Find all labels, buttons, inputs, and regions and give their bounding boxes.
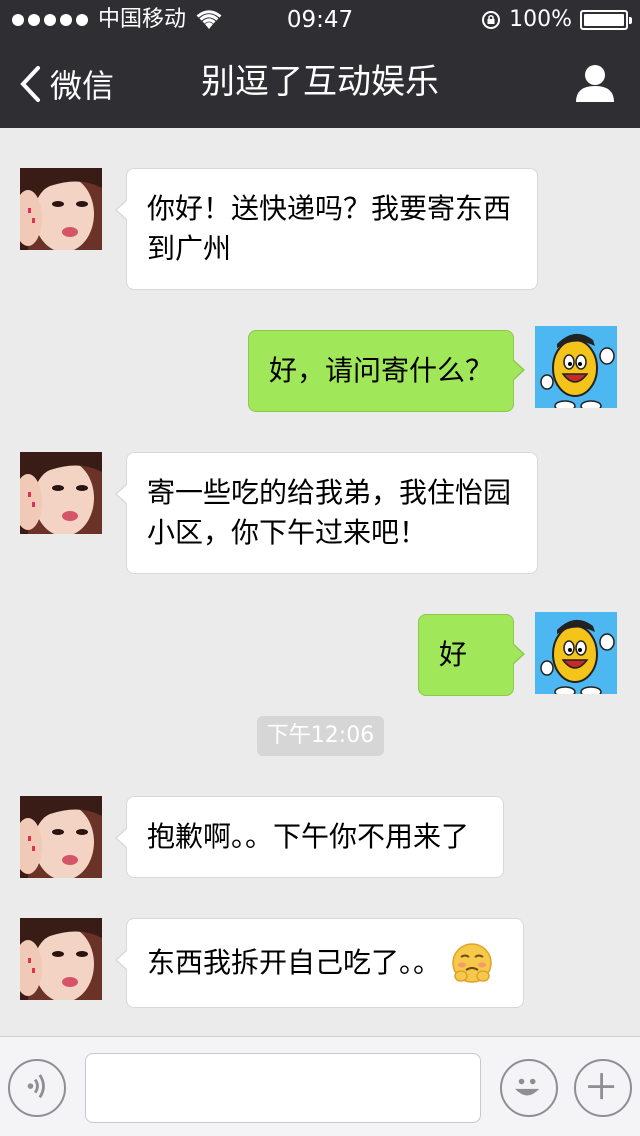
- message-text: 寄一些吃的给我弟，我住怡园小区，你下午过来吧！: [147, 476, 512, 549]
- status-bar: 中国移动 09:47 100%: [0, 0, 640, 40]
- message-text: 你好！送快递吗？我要寄东西到广州: [147, 192, 512, 265]
- timestamp-divider: 下午12:06: [257, 716, 384, 756]
- voice-button[interactable]: [8, 1059, 66, 1117]
- message-bubble[interactable]: 好: [418, 614, 525, 696]
- embarrassed-face-emoji-icon: [452, 943, 492, 983]
- message-input[interactable]: [85, 1053, 481, 1123]
- emoji-button[interactable]: [500, 1059, 558, 1117]
- message-bubble[interactable]: 寄一些吃的给我弟，我住怡园小区，你下午过来吧！: [115, 452, 538, 574]
- contact-avatar[interactable]: [20, 452, 102, 534]
- message-bubble[interactable]: 你好！送快递吗？我要寄东西到广州: [115, 168, 538, 290]
- person-icon[interactable]: [574, 62, 616, 104]
- message-bubble[interactable]: 好，请问寄什么？: [248, 330, 525, 412]
- rotation-lock-icon: [482, 11, 501, 29]
- message-text: 好，请问寄什么？: [269, 354, 494, 387]
- input-toolbar: [0, 1036, 640, 1136]
- battery-icon: [580, 10, 632, 30]
- message-text: 抱歉啊。。下午你不用来了: [147, 820, 470, 853]
- message-list[interactable]: 你好！送快递吗？我要寄东西到广州 好，请问寄什么？ 寄一些吃的给我弟，我住怡园小…: [0, 128, 640, 1036]
- message-text: 好: [439, 638, 468, 671]
- voice-icon: [27, 1074, 45, 1099]
- chat-title: 别逗了互动娱乐: [201, 62, 439, 102]
- more-button[interactable]: [574, 1059, 632, 1117]
- navigation-bar: 微信 别逗了互动娱乐: [0, 40, 640, 128]
- my-avatar[interactable]: [535, 612, 617, 694]
- top-bar: 中国移动 09:47 100% 微信 别逗了互动娱乐: [0, 0, 640, 128]
- smiley-icon: [515, 1078, 540, 1096]
- contact-avatar[interactable]: [20, 168, 102, 250]
- contact-avatar[interactable]: [20, 918, 102, 1000]
- battery-percent: 100%: [509, 7, 572, 32]
- my-avatar[interactable]: [535, 326, 617, 408]
- plus-icon: [588, 1073, 615, 1100]
- message-bubble[interactable]: 抱歉啊。。下午你不用来了: [115, 796, 504, 878]
- message-bubble[interactable]: 东西我拆开自己吃了。。: [115, 918, 524, 1008]
- contact-avatar[interactable]: [20, 796, 102, 878]
- message-text: 东西我拆开自己吃了。。: [147, 946, 442, 979]
